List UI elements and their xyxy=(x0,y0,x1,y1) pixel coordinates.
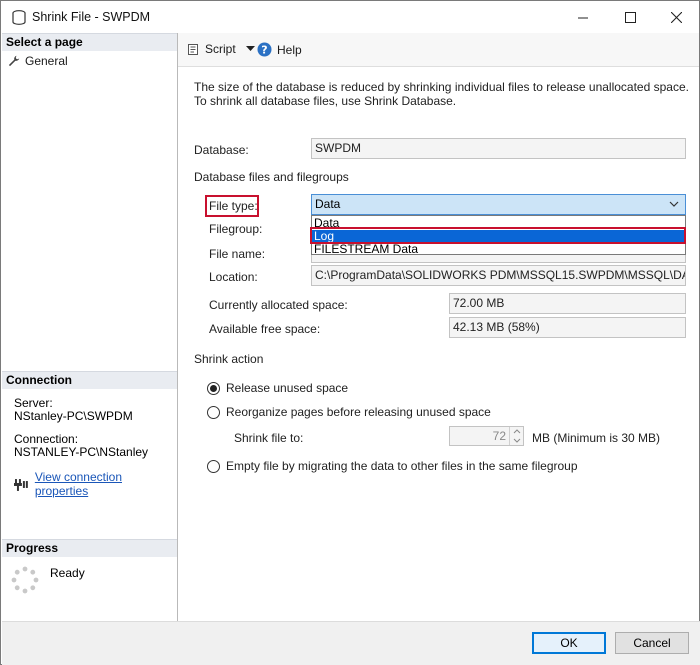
shrink-file-to-value: 72 xyxy=(492,429,506,443)
database-icon xyxy=(12,10,26,25)
svg-text:?: ? xyxy=(261,43,267,56)
view-connection-properties-text[interactable]: View connection properties xyxy=(35,470,177,498)
window-title: Shrink File - SWPDM xyxy=(32,10,151,24)
reorganize-pages-option[interactable]: Reorganize pages before releasing unused… xyxy=(207,405,491,419)
database-label: Database: xyxy=(194,143,249,157)
close-icon xyxy=(670,11,682,23)
spinner-icon xyxy=(11,566,39,594)
free-space-field: 42.13 MB (58%) xyxy=(449,317,686,338)
free-space-label: Available free space: xyxy=(209,322,321,336)
filegroup-label: Filegroup: xyxy=(209,222,263,236)
files-section-label: Database files and filegroups xyxy=(194,170,349,184)
empty-file-option[interactable]: Empty file by migrating the data to othe… xyxy=(207,459,578,473)
select-page-header: Select a page xyxy=(2,33,177,51)
release-unused-space-radio[interactable] xyxy=(207,381,220,395)
maximize-icon xyxy=(624,11,636,23)
shrink-file-to-stepper[interactable]: 72 xyxy=(449,426,524,446)
close-button[interactable] xyxy=(653,1,699,33)
release-unused-space-option[interactable]: Release unused space xyxy=(207,381,348,395)
connection-value: NSTANLEY-PC\NStanley xyxy=(14,445,149,459)
description-text: The size of the database is reduced by s… xyxy=(194,80,689,108)
empty-file-label: Empty file by migrating the data to othe… xyxy=(226,459,578,473)
allocated-space-field: 72.00 MB xyxy=(449,293,686,314)
stepper-arrows[interactable] xyxy=(509,427,523,445)
file-type-select[interactable]: Data xyxy=(311,194,686,215)
reorganize-pages-label: Reorganize pages before releasing unused… xyxy=(226,405,491,419)
reorganize-pages-radio[interactable] xyxy=(207,405,220,419)
wrench-icon xyxy=(8,55,20,67)
database-field: SWPDM xyxy=(311,138,686,159)
file-type-selected-value: Data xyxy=(315,197,341,211)
cancel-button[interactable]: Cancel xyxy=(615,632,689,654)
progress-area: Ready xyxy=(10,565,85,595)
shrink-file-dialog: Shrink File - SWPDM Select a page Genera… xyxy=(0,0,700,665)
empty-file-radio[interactable] xyxy=(207,459,220,473)
help-icon: ? xyxy=(257,42,272,57)
title-bar: Shrink File - SWPDM xyxy=(1,1,699,33)
file-type-label: File type: xyxy=(209,199,258,213)
script-icon xyxy=(188,43,198,55)
minimize-icon xyxy=(577,17,588,18)
maximize-button[interactable] xyxy=(607,1,653,33)
allocated-space-label: Currently allocated space: xyxy=(209,298,348,312)
dropdown-arrow-icon xyxy=(245,46,255,51)
stepper-up-icon xyxy=(513,429,521,434)
shrink-file-to-unit: MB (Minimum is 30 MB) xyxy=(532,431,661,445)
script-button[interactable]: Script xyxy=(187,42,255,56)
progress-status: Ready xyxy=(50,566,85,580)
shrink-file-to-label: Shrink file to: xyxy=(234,431,304,445)
shrink-action-label: Shrink action xyxy=(194,352,264,366)
main-panel: The size of the database is reduced by s… xyxy=(178,68,699,621)
file-type-option-filestream[interactable]: FILESTREAM Data xyxy=(312,243,685,255)
left-panel: Select a page General Connection Server:… xyxy=(2,33,178,621)
page-item-general[interactable]: General xyxy=(8,53,68,69)
toolbar: Script ? Help xyxy=(178,33,699,67)
view-connection-properties-link[interactable]: View connection properties xyxy=(14,470,177,498)
help-button[interactable]: ? Help xyxy=(257,42,302,57)
page-item-label: General xyxy=(25,54,68,68)
chevron-down-icon xyxy=(669,201,679,207)
button-bar: OK Cancel xyxy=(2,621,700,665)
connection-icon xyxy=(14,478,28,491)
location-field: C:\ProgramData\SOLIDWORKS PDM\MSSQL15.SW… xyxy=(311,265,686,286)
log-option-highlight-box xyxy=(310,227,686,244)
location-label: Location: xyxy=(209,270,258,284)
script-label: Script xyxy=(205,42,236,56)
file-name-label: File name: xyxy=(209,247,266,261)
release-unused-space-label: Release unused space xyxy=(226,381,349,395)
connection-header: Connection xyxy=(2,371,177,389)
help-label: Help xyxy=(277,42,302,57)
progress-header: Progress xyxy=(2,539,177,557)
ok-button[interactable]: OK xyxy=(532,632,606,654)
minimize-button[interactable] xyxy=(560,1,606,33)
server-value: NStanley-PC\SWPDM xyxy=(14,409,133,423)
stepper-down-icon xyxy=(513,438,521,443)
